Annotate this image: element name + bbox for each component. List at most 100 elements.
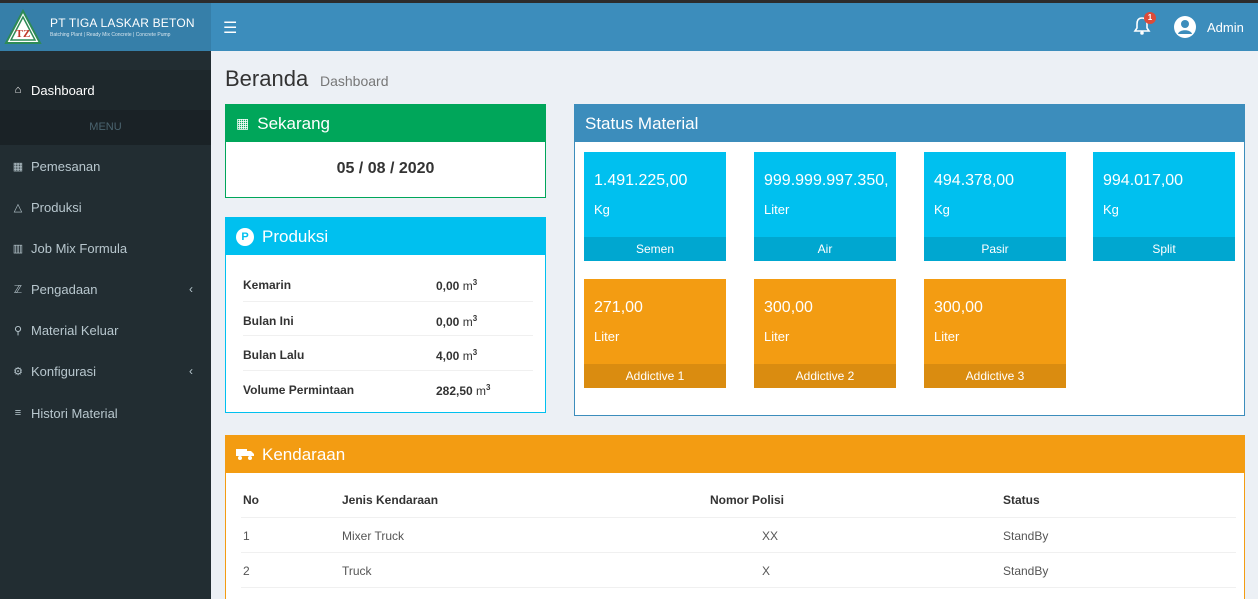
sidebar-menu-header: MENU	[0, 110, 211, 145]
material-tile-addictive-3: 300,00 Liter Addictive 3	[924, 279, 1066, 388]
company-tagline: Batching Plant | Ready Mix Concrete | Co…	[50, 32, 171, 38]
sidebar-item-material-keluar[interactable]: ⚲ Material Keluar	[0, 310, 211, 350]
material-name: Air	[754, 237, 896, 261]
truck-icon	[236, 447, 254, 463]
material-name: Pasir	[924, 237, 1066, 261]
notification-badge: 1	[1144, 12, 1156, 24]
company-name: PT TIGA LASKAR BETON	[50, 16, 195, 30]
material-unit: Kg	[934, 202, 950, 217]
column-header-no: No	[243, 493, 259, 507]
sidebar-item-konfigurasi[interactable]: ⚙ Konfigurasi ‹	[0, 351, 211, 391]
user-name-label[interactable]: Admin	[1207, 20, 1244, 35]
row-1-status: StandBy	[1003, 529, 1049, 543]
material-value: 494.378,00	[934, 172, 1015, 189]
calendar-icon: ▦	[236, 115, 250, 131]
material-name: Split	[1093, 237, 1235, 261]
material-value: 999.999.997.350,	[764, 172, 889, 189]
produksi-unit: m	[462, 349, 473, 363]
chevron-left-icon: ‹	[189, 364, 193, 378]
material-unit: Kg	[1103, 202, 1119, 217]
material-name: Addictive 3	[924, 364, 1066, 388]
bar-chart-icon: ▥	[12, 242, 24, 255]
flask-icon: △	[13, 201, 23, 214]
status-material-title: Status Material	[585, 113, 699, 133]
sidebar-item-pemesanan[interactable]: ▦ Pemesanan	[0, 146, 211, 186]
row-2-jenis: Truck	[342, 564, 372, 578]
top-navbar: ☰ 1 Admin	[211, 3, 1258, 51]
kendaraan-box: Kendaraan No Jenis Kendaraan Nomor Polis…	[225, 435, 1245, 599]
material-value: 300,00	[764, 299, 813, 316]
user-avatar-icon[interactable]	[1174, 16, 1196, 38]
row-1-nomor-polisi: XX	[762, 529, 779, 543]
produksi-row-value: 4,00	[436, 349, 460, 363]
produksi-row-value: 0,00	[436, 279, 460, 293]
row-2-no: 2	[243, 564, 250, 578]
produksi-unit: m	[462, 279, 473, 293]
table-divider	[241, 517, 1236, 518]
produksi-row-label: Kemarin	[243, 278, 292, 292]
column-header-jenis-kendaraan: Jenis Kendaraan	[342, 493, 439, 507]
cart-icon: ℤ	[13, 283, 23, 296]
row-2-nomor-polisi: X	[762, 564, 771, 578]
sidebar-item-job-mix-formula[interactable]: ▥ Job Mix Formula	[0, 228, 211, 268]
material-unit: Liter	[764, 202, 790, 217]
search-icon: ⚲	[13, 324, 23, 337]
produksi-row-value: 282,50	[436, 384, 473, 398]
produksi-row-label: Bulan Ini	[243, 314, 294, 328]
material-value: 271,00	[594, 299, 643, 316]
material-tile-addictive-1: 271,00 Liter Addictive 1	[584, 279, 726, 388]
sidebar-item-label: Pemesanan	[31, 158, 101, 174]
sidebar-item-label: Konfigurasi	[31, 363, 97, 379]
column-header-status: Status	[1003, 493, 1040, 507]
material-tile-semen: 1.491.225,00 Kg Semen	[584, 152, 726, 261]
sidebar-item-label: Histori Material	[31, 405, 118, 421]
status-material-header: Status Material	[575, 105, 1244, 142]
material-value: 994.017,00	[1103, 172, 1184, 189]
material-unit: Kg	[594, 202, 610, 217]
produksi-row-label: Volume Permintaan	[243, 383, 355, 397]
svg-text:TZ: TZ	[16, 28, 31, 40]
material-name: Addictive 2	[754, 364, 896, 388]
sidebar-item-histori-material[interactable]: ≡ Histori Material	[0, 393, 211, 433]
sidebar-item-label: Pengadaan	[31, 281, 98, 297]
material-tile-split: 994.017,00 Kg Split	[1093, 152, 1235, 261]
material-name: Addictive 1	[584, 364, 726, 388]
kendaraan-title: Kendaraan	[262, 444, 346, 464]
produksi-row: Bulan Lalu 4,00 m3	[243, 335, 533, 370]
home-icon: ⌂	[14, 84, 22, 96]
sekarang-title: Sekarang	[257, 113, 331, 133]
page-title: Beranda	[225, 66, 309, 91]
row-1-no: 1	[243, 529, 250, 543]
gear-icon: ⚙	[13, 365, 23, 378]
sidebar-item-label: Produksi	[31, 199, 82, 215]
table-divider	[241, 587, 1236, 588]
sidebar-item-pengadaan[interactable]: ℤ Pengadaan ‹	[0, 269, 211, 309]
sidebar-item-label: Material Keluar	[31, 322, 119, 338]
produksi-unit: m	[462, 315, 473, 329]
sidebar-item-label: Job Mix Formula	[31, 240, 128, 256]
sekarang-box: ▦ Sekarang 05 / 08 / 2020	[225, 104, 546, 198]
table-divider	[241, 552, 1236, 553]
material-tile-air: 999.999.997.350, Liter Air	[754, 152, 896, 261]
produksi-row-label: Bulan Lalu	[243, 348, 305, 362]
brand-logo[interactable]: TZ PT TIGA LASKAR BETON Batching Plant |…	[0, 3, 211, 51]
produksi-unit: m	[476, 384, 487, 398]
row-1-jenis: Mixer Truck	[342, 529, 405, 543]
material-unit: Liter	[594, 329, 620, 344]
sidebar-item-dashboard[interactable]: ⌂ Dashboard	[0, 70, 211, 110]
produksi-row: Bulan Ini 0,00 m3	[243, 301, 533, 336]
material-name: Semen	[584, 237, 726, 261]
produksi-title: Produksi	[262, 226, 329, 246]
chevron-left-icon: ‹	[189, 282, 193, 296]
current-date: 05 / 08 / 2020	[336, 160, 435, 177]
produksi-box: P Produksi Kemarin 0,00 m3 Bulan Ini 0,0…	[225, 217, 546, 413]
calendar-icon: ▦	[12, 160, 24, 173]
column-header-nomor-polisi: Nomor Polisi	[710, 493, 785, 507]
produksi-row: Kemarin 0,00 m3	[243, 278, 478, 293]
parking-p-icon: P	[236, 227, 254, 246]
material-tile-pasir: 494.378,00 Kg Pasir	[924, 152, 1066, 261]
row-2-status: StandBy	[1003, 564, 1049, 578]
sidebar-item-label: Dashboard	[31, 82, 95, 98]
sidebar-item-produksi[interactable]: △ Produksi	[0, 187, 211, 227]
sidebar-toggle-icon[interactable]: ☰	[223, 18, 237, 38]
